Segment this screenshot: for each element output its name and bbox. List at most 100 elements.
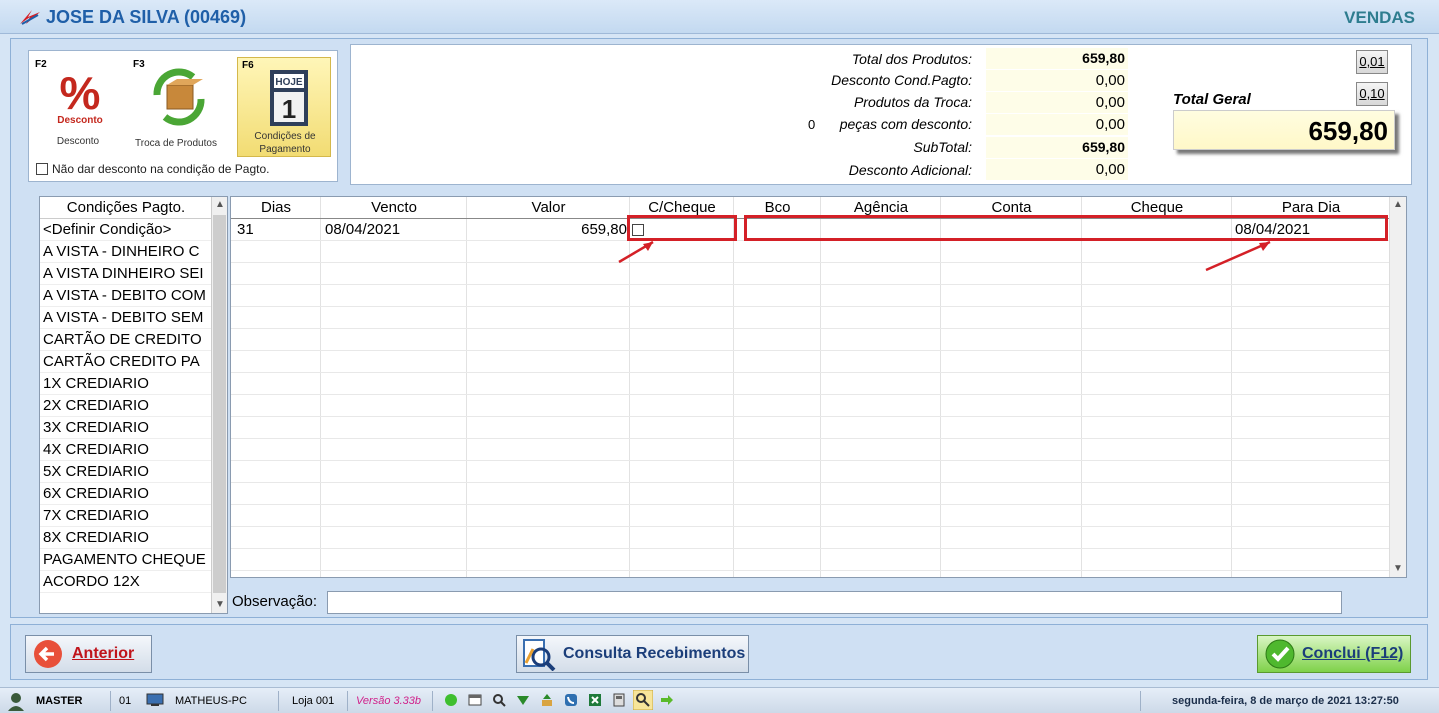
calculator-icon[interactable] <box>612 693 626 707</box>
condition-item[interactable]: 1X CREDIARIO <box>40 373 212 395</box>
condition-item[interactable]: 4X CREDIARIO <box>40 439 212 461</box>
grid-row[interactable] <box>231 329 1390 351</box>
grid-row[interactable] <box>231 549 1390 571</box>
no-discount-label: Não dar desconto na condição de Pagto. <box>52 162 270 176</box>
grid-row[interactable] <box>231 395 1390 417</box>
condition-item[interactable]: A VISTA - DEBITO SEM <box>40 307 212 329</box>
conditions-scrollbar[interactable]: ▲ ▼ <box>211 197 227 613</box>
row-vencto[interactable]: 08/04/2021 <box>325 219 400 241</box>
pecas-desconto-value: 0,00 <box>986 114 1128 135</box>
condition-item[interactable]: PAGAMENTO CHEQUE <box>40 549 212 571</box>
status-versao: Versão 3.33b <box>356 695 422 707</box>
module-title: VENDAS <box>1344 8 1415 27</box>
row-dias[interactable]: 31 <box>237 219 254 241</box>
condition-item[interactable]: A VISTA DINHEIRO SEI <box>40 263 212 285</box>
window-icon[interactable] <box>468 693 482 707</box>
grid-row[interactable] <box>231 505 1390 527</box>
condition-item[interactable]: A VISTA - DEBITO COM <box>40 285 212 307</box>
phone-icon[interactable] <box>564 693 578 707</box>
grid-row[interactable] <box>231 351 1390 373</box>
observacao-label: Observação: <box>232 593 318 610</box>
consulta-label: Consulta Recebimentos <box>563 645 746 662</box>
highlight-cheque-details-box <box>744 215 1388 241</box>
status-bar: MASTER 01 MATHEUS-PC Loja 001 Versão 3.3… <box>0 687 1439 713</box>
grid-row[interactable] <box>231 307 1390 329</box>
grid-row[interactable] <box>231 285 1390 307</box>
grid-row[interactable] <box>231 461 1390 483</box>
grid-row[interactable] <box>231 417 1390 439</box>
troca-produtos-button[interactable]: F3 Troca de Produtos <box>129 57 223 157</box>
troca-key: F3 <box>133 59 145 70</box>
grid-row[interactable] <box>231 527 1390 549</box>
scroll-up-icon[interactable]: ▲ <box>212 197 227 213</box>
grid-column-header[interactable]: Valor <box>467 197 630 219</box>
svg-text:HOJE: HOJE <box>275 77 303 88</box>
row-valor[interactable]: 659,80 <box>469 219 627 241</box>
desconto-cond-value: 0,00 <box>986 70 1128 91</box>
arrow-annotation-2 <box>1205 240 1271 272</box>
observacao-input[interactable] <box>327 591 1342 614</box>
condicoes-label-1: Condições de <box>254 131 316 142</box>
condition-item[interactable]: 3X CREDIARIO <box>40 417 212 439</box>
consulta-recebimentos-button[interactable]: Consulta Recebimentos <box>516 635 749 673</box>
condition-item[interactable]: 6X CREDIARIO <box>40 483 212 505</box>
condition-item[interactable]: <Definir Condição> <box>40 219 212 241</box>
search-document-icon <box>523 639 556 671</box>
scroll-thumb[interactable] <box>213 215 226 593</box>
desconto-adicional-label: Desconto Adicional: <box>848 162 972 178</box>
conditions-list[interactable]: Condições Pagto. <Definir Condição> A VIS… <box>39 196 228 614</box>
condicoes-pagamento-button[interactable]: F6 HOJE 1 Condições de Pagamento <box>237 57 331 157</box>
desconto-button[interactable]: F2 % Desconto Desconto <box>31 57 125 157</box>
customer-title: JOSE DA SILVA (00469) <box>46 7 247 27</box>
no-discount-checkbox[interactable]: Não dar desconto na condição de Pagto. <box>36 162 270 176</box>
total-geral-label: Total Geral <box>1173 91 1251 108</box>
troca-label: Troca de Produtos <box>135 138 217 149</box>
concluir-label: Conclui (F12) <box>1302 645 1404 662</box>
search-icon[interactable] <box>492 693 506 707</box>
condition-item[interactable]: 5X CREDIARIO <box>40 461 212 483</box>
grid-scroll-up-icon[interactable]: ▲ <box>1390 197 1406 213</box>
condition-item[interactable]: CARTÃO DE CREDITO <box>40 329 212 351</box>
chat-icon[interactable] <box>444 693 458 707</box>
upload-icon[interactable] <box>540 693 554 707</box>
subtotal-label: SubTotal: <box>913 139 972 155</box>
grid-row[interactable] <box>231 483 1390 505</box>
grid-scroll-down-icon[interactable]: ▼ <box>1390 561 1406 577</box>
grid-scrollbar[interactable]: ▲ ▼ <box>1389 197 1406 577</box>
condition-item[interactable]: 8X CREDIARIO <box>40 527 212 549</box>
monitor-icon <box>146 693 164 706</box>
condicoes-key: F6 <box>242 60 254 71</box>
condition-item[interactable]: 2X CREDIARIO <box>40 395 212 417</box>
desconto-label: Desconto <box>56 136 100 147</box>
forward-arrow-icon[interactable] <box>660 693 674 707</box>
status-pc: MATHEUS-PC <box>175 695 247 707</box>
total-produtos-value: 659,80 <box>986 48 1128 69</box>
anterior-button[interactable]: Anterior <box>25 635 152 673</box>
download-arrow-icon[interactable] <box>516 693 530 707</box>
grid-row[interactable] <box>231 439 1390 461</box>
total-produtos-label: Total dos Produtos: <box>851 51 972 67</box>
round-001-button[interactable]: 0,01 <box>1356 50 1388 74</box>
condition-item[interactable]: ACORDO 12X <box>40 571 212 593</box>
grid-row[interactable] <box>231 373 1390 395</box>
produtos-troca-value: 0,00 <box>986 92 1128 113</box>
concluir-button[interactable]: Conclui (F12) <box>1257 635 1411 673</box>
app-logo-icon <box>20 10 40 25</box>
status-user: MASTER <box>36 695 83 707</box>
desconto-key: F2 <box>35 59 47 70</box>
condition-item[interactable]: CARTÃO CREDITO PA <box>40 351 212 373</box>
status-datetime: segunda-feira, 8 de março de 2021 13:27:… <box>1172 695 1399 707</box>
svg-text:%: % <box>60 69 101 119</box>
round-010-button[interactable]: 0,10 <box>1356 82 1388 106</box>
desconto-adicional-value[interactable]: 0,00 <box>986 159 1128 180</box>
checkbox-box[interactable] <box>36 163 48 175</box>
arrow-annotation-1 <box>618 240 654 264</box>
condition-item[interactable]: A VISTA - DINHEIRO C <box>40 241 212 263</box>
grid-column-header[interactable]: Dias <box>231 197 321 219</box>
search-highlight-icon[interactable] <box>633 690 653 710</box>
excel-icon[interactable] <box>588 693 602 707</box>
box-exchange-icon <box>153 68 205 126</box>
grid-column-header[interactable]: Vencto <box>321 197 467 219</box>
scroll-down-icon[interactable]: ▼ <box>212 597 227 613</box>
condition-item[interactable]: 7X CREDIARIO <box>40 505 212 527</box>
